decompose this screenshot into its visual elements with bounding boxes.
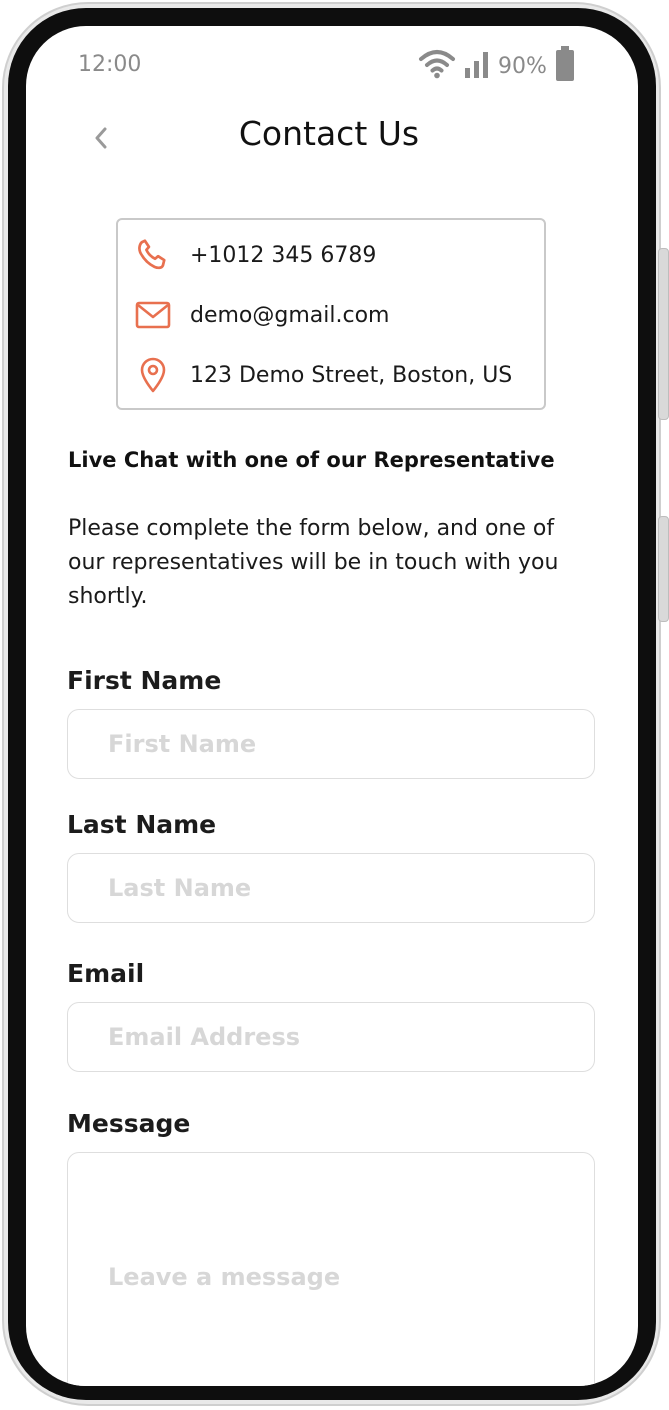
form-description: Please complete the form below, and one … [68, 516, 559, 609]
contact-card: +1012 345 6789 demo@gmail.com 123 Demo S… [116, 218, 546, 410]
contact-address-row[interactable]: 123 Demo Street, Boston, US [134, 356, 512, 394]
last-name-label: Last Name [67, 810, 217, 839]
volume-button [658, 248, 669, 420]
first-name-input[interactable] [67, 709, 595, 779]
message-textarea[interactable] [67, 1152, 595, 1386]
battery-percentage: 90% [498, 53, 547, 79]
email-input[interactable] [67, 1002, 595, 1072]
contact-email: demo@gmail.com [190, 302, 390, 328]
page-title: Contact Us [238, 114, 420, 153]
power-button [658, 516, 669, 622]
mail-icon [134, 296, 172, 334]
status-time: 12:00 [78, 52, 142, 77]
live-chat-title: Live Chat with one of our Representative [68, 448, 555, 472]
contact-address: 123 Demo Street, Boston, US [190, 362, 513, 388]
contact-email-row[interactable]: demo@gmail.com [134, 296, 389, 334]
message-label: Message [67, 1109, 191, 1138]
wifi-icon [418, 49, 456, 83]
first-name-label: First Name [67, 666, 222, 695]
last-name-input[interactable] [67, 853, 595, 923]
location-pin-icon [134, 356, 172, 394]
contact-phone-row[interactable]: +1012 345 6789 [134, 236, 376, 274]
contact-phone: +1012 345 6789 [190, 242, 377, 268]
status-icons: 90% [418, 46, 575, 86]
phone-icon [134, 236, 172, 274]
battery-icon [555, 46, 575, 86]
signal-icon [464, 50, 490, 82]
screen: 12:00 90% Contact Us +1012 345 6789 demo… [26, 26, 638, 1386]
email-label: Email [67, 959, 145, 988]
